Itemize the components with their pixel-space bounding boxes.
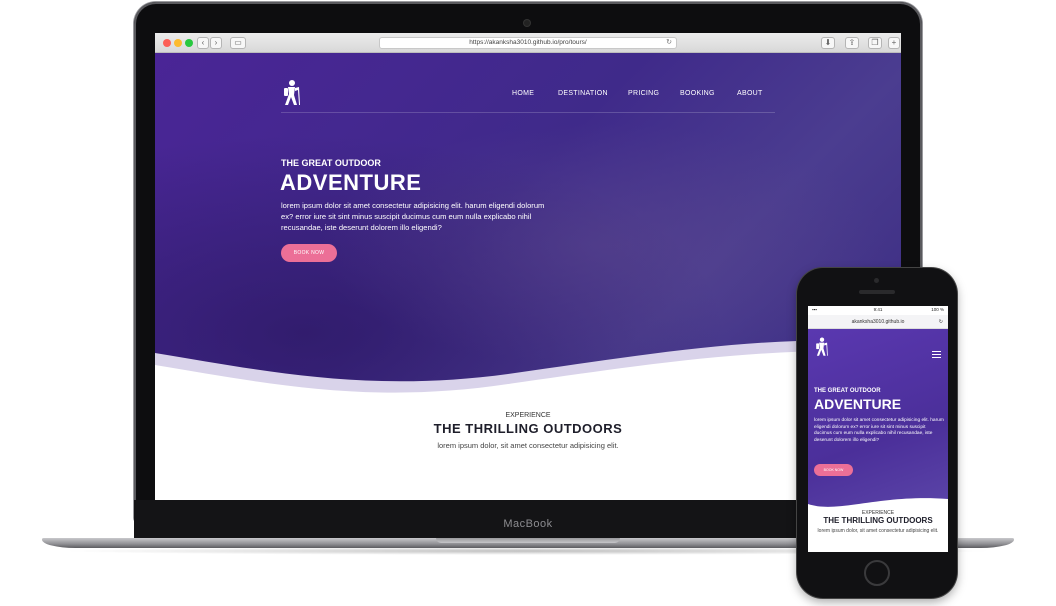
laptop-screen: ‹ › ▭ https://akanksha3010.github.io/pro… — [155, 33, 901, 500]
browser-toolbar: ‹ › ▭ https://akanksha3010.github.io/pro… — [155, 33, 901, 53]
phone-experience-title: THE THRILLING OUTDOORS — [823, 516, 933, 525]
nav-booking-link[interactable]: BOOKING — [680, 90, 715, 97]
hero-lead: lorem ipsum dolor sit amet consectetur a… — [281, 201, 545, 232]
back-button[interactable]: ‹ — [197, 37, 209, 49]
phone-camera — [874, 278, 879, 283]
hero-wave-divider — [155, 340, 901, 423]
experience-text: lorem ipsum dolor, sit amet consectetur … — [437, 441, 619, 450]
phone-book-now-button[interactable]: BOOK NOW — [814, 464, 853, 476]
phone-screen: ▪▪▪ 9:41 100 % akanksha3010.github.io ↻ … — [808, 306, 948, 552]
nav-about-link[interactable]: ABOUT — [737, 90, 763, 97]
hero-title: ADVENTURE — [280, 170, 422, 195]
hero-eyebrow: THE GREAT OUTDOOR — [281, 158, 381, 168]
laptop-opening-notch — [436, 538, 620, 543]
phone-address-url: akanksha3010.github.io — [851, 319, 905, 325]
laptop-camera — [524, 20, 530, 26]
nav-home-link[interactable]: HOME — [512, 90, 534, 97]
close-window-button[interactable] — [163, 39, 171, 47]
hiker-logo-icon[interactable] — [281, 79, 303, 107]
hamburger-menu-icon[interactable] — [932, 351, 941, 360]
phone-reload-icon[interactable]: ↻ — [939, 315, 943, 329]
address-url: https://akanksha3010.github.io/pro/tours… — [469, 39, 587, 46]
hero-section: HOME DESTINATION PRICING BOOKING ABOUT T… — [155, 53, 901, 423]
address-bar[interactable]: https://akanksha3010.github.io/pro/tours… — [379, 37, 677, 49]
nav-destination-link[interactable]: DESTINATION — [558, 90, 608, 97]
new-tab-icon[interactable]: + — [888, 37, 900, 49]
phone-status-bar: ▪▪▪ 9:41 100 % — [808, 306, 948, 315]
battery-status: 100 % — [931, 307, 944, 312]
nav-divider — [281, 112, 775, 113]
experience-eyebrow: EXPERIENCE — [505, 412, 551, 419]
experience-title: THE THRILLING OUTDOORS — [433, 421, 623, 436]
phone-hero-eyebrow: THE GREAT OUTDOOR — [814, 388, 881, 394]
sidebar-toggle-icon[interactable]: ▭ — [230, 37, 246, 49]
phone-experience-text: lorem ipsum dolor, sit amet consectetur … — [817, 528, 939, 534]
phone-hiker-logo-icon[interactable] — [814, 336, 830, 358]
zoom-window-button[interactable] — [185, 39, 193, 47]
tabs-overview-icon[interactable]: ❐ — [868, 37, 882, 49]
phone-hero-title: ADVENTURE — [814, 396, 902, 412]
nav-pricing-link[interactable]: PRICING — [628, 90, 659, 97]
status-time: 9:41 — [873, 307, 883, 312]
forward-button[interactable]: › — [210, 37, 222, 49]
reload-icon[interactable]: ↻ — [666, 38, 672, 48]
phone-home-button[interactable] — [864, 560, 890, 586]
download-icon[interactable]: ⬇ — [821, 37, 835, 49]
phone-speaker — [859, 290, 895, 294]
minimize-window-button[interactable] — [174, 39, 182, 47]
phone-address-bar[interactable]: akanksha3010.github.io ↻ — [808, 315, 948, 329]
share-icon[interactable]: ⇪ — [845, 37, 859, 49]
book-now-button[interactable]: BOOK NOW — [281, 244, 337, 262]
phone-hero-lead: lorem ipsum dolor sit amet consectetur a… — [814, 418, 944, 443]
